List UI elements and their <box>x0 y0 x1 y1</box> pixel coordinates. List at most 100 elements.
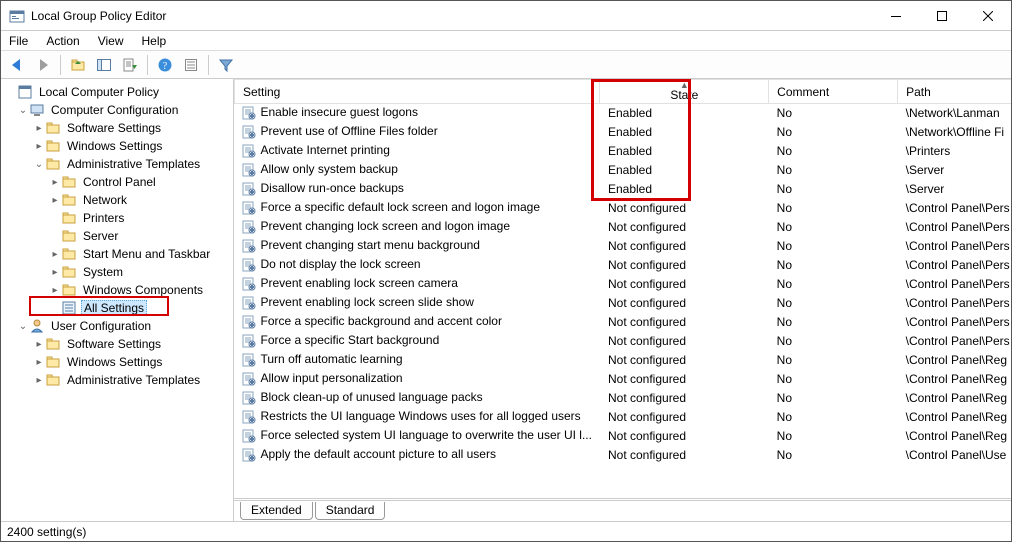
table-row[interactable]: Do not display the lock screenNot config… <box>235 256 1012 275</box>
cell-path: \Control Panel\Pers <box>898 313 1011 332</box>
table-row[interactable]: Allow only system backupEnabledNo\Server <box>235 161 1012 180</box>
policy-setting-icon <box>241 200 257 216</box>
maximize-button[interactable] <box>919 1 965 31</box>
cell-state: Enabled <box>600 180 769 199</box>
expand-icon[interactable]: ▸ <box>49 177 61 188</box>
title-bar: Local Group Policy Editor <box>1 1 1011 31</box>
cell-path: \Network\Lanman <box>898 104 1011 123</box>
menu-view[interactable]: View <box>96 32 126 50</box>
show-hide-tree-button[interactable] <box>92 53 116 77</box>
table-row[interactable]: Prevent enabling lock screen cameraNot c… <box>235 275 1012 294</box>
table-row[interactable]: Force a specific background and accent c… <box>235 313 1012 332</box>
tree-cc-admin-templates[interactable]: ⌄ Administrative Templates <box>5 155 233 173</box>
folder-icon <box>45 120 61 136</box>
tree-computer-config[interactable]: ⌄ Computer Configuration <box>5 101 233 119</box>
tree-root[interactable]: ▸ Local Computer Policy <box>5 83 233 101</box>
cell-path: \Control Panel\Pers <box>898 332 1011 351</box>
cell-comment: No <box>769 427 898 446</box>
table-row[interactable]: Turn off automatic learningNot configure… <box>235 351 1012 370</box>
cell-setting: Disallow run-once backups <box>261 181 404 195</box>
expand-icon[interactable]: ▸ <box>49 285 61 296</box>
toolbar: ? <box>1 51 1011 79</box>
cell-state: Not configured <box>600 389 769 408</box>
cell-state: Not configured <box>600 237 769 256</box>
properties-button[interactable] <box>179 53 203 77</box>
up-button[interactable] <box>66 53 90 77</box>
tree-adm-printers[interactable]: ▸ Printers <box>5 209 233 227</box>
tab-extended[interactable]: Extended <box>240 502 313 520</box>
cell-comment: No <box>769 351 898 370</box>
tree-adm-windows-components[interactable]: ▸ Windows Components <box>5 281 233 299</box>
minimize-button[interactable] <box>873 1 919 31</box>
cell-comment: No <box>769 237 898 256</box>
menu-file[interactable]: File <box>7 32 30 50</box>
table-row[interactable]: Allow input personalizationNot configure… <box>235 370 1012 389</box>
policy-setting-icon <box>241 447 257 463</box>
expand-icon[interactable]: ▸ <box>33 141 45 152</box>
user-icon <box>29 318 45 334</box>
back-button[interactable] <box>5 53 29 77</box>
table-row[interactable]: Disallow run-once backupsEnabledNo\Serve… <box>235 180 1012 199</box>
tree-uc-admin-templates[interactable]: ▸ Administrative Templates <box>5 371 233 389</box>
close-button[interactable] <box>965 1 1011 31</box>
folder-icon <box>61 282 77 298</box>
export-list-button[interactable] <box>118 53 142 77</box>
tree-pane[interactable]: ▸ Local Computer Policy ⌄ Computer Confi… <box>1 79 234 521</box>
tree-cc-software[interactable]: ▸ Software Settings <box>5 119 233 137</box>
expand-icon[interactable]: ▸ <box>33 375 45 386</box>
app-icon <box>9 8 25 24</box>
expand-icon[interactable]: ▸ <box>49 267 61 278</box>
collapse-icon[interactable]: ⌄ <box>17 321 29 332</box>
policy-setting-icon <box>241 238 257 254</box>
forward-button[interactable] <box>31 53 55 77</box>
table-row[interactable]: Prevent use of Offline Files folderEnabl… <box>235 123 1012 142</box>
table-row[interactable]: Block clean-up of unused language packsN… <box>235 389 1012 408</box>
column-header-state[interactable]: ▲State <box>600 80 769 104</box>
menu-help[interactable]: Help <box>140 32 169 50</box>
cell-comment: No <box>769 256 898 275</box>
tree-adm-start-menu[interactable]: ▸ Start Menu and Taskbar <box>5 245 233 263</box>
cell-state: Enabled <box>600 142 769 161</box>
tree-uc-windows[interactable]: ▸ Windows Settings <box>5 353 233 371</box>
collapse-icon[interactable]: ⌄ <box>33 159 45 170</box>
tree-adm-network[interactable]: ▸ Network <box>5 191 233 209</box>
tree-adm-all-settings[interactable]: ▸ All Settings <box>5 299 233 317</box>
cell-state: Not configured <box>600 408 769 427</box>
settings-list[interactable]: Setting ▲State Comment Path Enable insec… <box>234 79 1011 499</box>
table-row[interactable]: Prevent enabling lock screen slide showN… <box>235 294 1012 313</box>
tree-cc-windows[interactable]: ▸ Windows Settings <box>5 137 233 155</box>
menu-action[interactable]: Action <box>44 32 81 50</box>
table-row[interactable]: Force a specific default lock screen and… <box>235 199 1012 218</box>
cell-setting: Enable insecure guest logons <box>261 105 418 119</box>
tree-user-config[interactable]: ⌄ User Configuration <box>5 317 233 335</box>
table-row[interactable]: Enable insecure guest logonsEnabledNo\Ne… <box>235 104 1012 123</box>
expand-icon[interactable]: ▸ <box>49 249 61 260</box>
tab-standard[interactable]: Standard <box>315 502 386 520</box>
collapse-icon[interactable]: ⌄ <box>17 105 29 116</box>
cell-path: \Control Panel\Pers <box>898 218 1011 237</box>
column-header-path[interactable]: Path <box>898 80 1011 104</box>
tree-adm-system[interactable]: ▸ System <box>5 263 233 281</box>
expand-icon[interactable]: ▸ <box>33 123 45 134</box>
expand-icon[interactable]: ▸ <box>33 339 45 350</box>
tree-uc-software[interactable]: ▸ Software Settings <box>5 335 233 353</box>
tree-adm-server[interactable]: ▸ Server <box>5 227 233 245</box>
expand-icon[interactable]: ▸ <box>33 357 45 368</box>
help-button[interactable]: ? <box>153 53 177 77</box>
table-row[interactable]: Activate Internet printingEnabledNo\Prin… <box>235 142 1012 161</box>
table-row[interactable]: Restricts the UI language Windows uses f… <box>235 408 1012 427</box>
table-row[interactable]: Apply the default account picture to all… <box>235 446 1012 465</box>
table-row[interactable]: Prevent changing lock screen and logon i… <box>235 218 1012 237</box>
table-row[interactable]: Force selected system UI language to ove… <box>235 427 1012 446</box>
column-header-setting[interactable]: Setting <box>235 80 600 104</box>
policy-setting-icon <box>241 390 257 406</box>
column-header-comment[interactable]: Comment <box>769 80 898 104</box>
expand-icon[interactable]: ▸ <box>49 195 61 206</box>
policy-setting-icon <box>241 124 257 140</box>
cell-setting: Apply the default account picture to all… <box>261 447 496 461</box>
tree-adm-control-panel[interactable]: ▸ Control Panel <box>5 173 233 191</box>
table-row[interactable]: Prevent changing start menu backgroundNo… <box>235 237 1012 256</box>
table-row[interactable]: Force a specific Start backgroundNot con… <box>235 332 1012 351</box>
filter-button[interactable] <box>214 53 238 77</box>
toolbar-separator <box>147 55 148 75</box>
